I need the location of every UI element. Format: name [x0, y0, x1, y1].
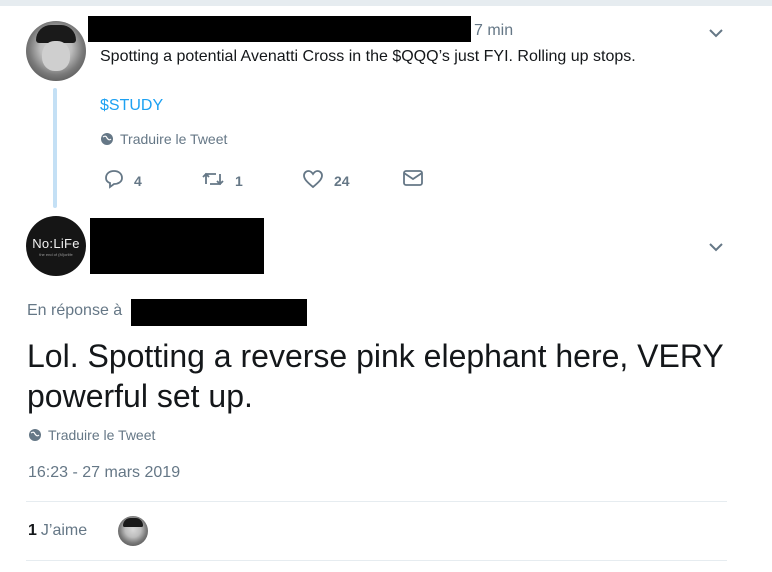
reply-to-label: En réponse à [27, 302, 123, 319]
translate-label: Traduire le Tweet [48, 427, 156, 443]
redacted-username [88, 16, 471, 42]
liker-avatar[interactable] [118, 516, 148, 546]
translate-label: Traduire le Tweet [120, 131, 228, 147]
tweet-timestamp[interactable]: 16:23 - 27 mars 2019 [28, 464, 180, 482]
reply-button[interactable]: 4 [104, 169, 142, 192]
face-shape [42, 41, 70, 71]
translate-link[interactable]: Traduire le Tweet [28, 427, 155, 443]
retweet-count: 1 [235, 172, 243, 189]
redacted-reply-handle[interactable] [131, 299, 307, 326]
retweet-button[interactable]: 1 [201, 169, 243, 192]
redacted-username [90, 218, 264, 274]
cap-shape [123, 518, 143, 527]
globe-icon [28, 428, 42, 442]
divider [26, 560, 727, 561]
reply-count: 4 [134, 172, 142, 189]
divider [26, 501, 727, 502]
top-border [0, 0, 772, 6]
chevron-down-icon[interactable] [708, 26, 724, 44]
avatar[interactable]: No:LiFe the end of (M)orlife [26, 216, 86, 276]
tweet-text: Spotting a potential Avenatti Cross in t… [100, 48, 636, 65]
cashtag-link[interactable]: $STUDY [100, 97, 163, 115]
heart-icon [302, 169, 334, 192]
retweet-icon [201, 169, 235, 192]
avatar-logo: No:LiFe [32, 235, 80, 251]
avatar-subtext: the end of (M)orlife [39, 251, 73, 257]
like-count: 24 [334, 172, 350, 189]
likes-stat-count: 1 [28, 522, 37, 539]
translate-link[interactable]: Traduire le Tweet [100, 131, 227, 147]
tweet-time[interactable]: 7 min [474, 22, 513, 40]
thread-line [53, 88, 57, 208]
chevron-down-icon[interactable] [708, 240, 724, 258]
reply-icon [104, 169, 134, 192]
globe-icon [100, 132, 114, 146]
focused-tweet-text: Lol. Spotting a reverse pink elephant he… [27, 338, 724, 414]
message-button[interactable] [402, 169, 434, 190]
like-button[interactable]: 24 [302, 169, 350, 192]
likes-stat-label: J’aime [40, 522, 88, 539]
envelope-icon [402, 169, 434, 190]
avatar[interactable] [26, 21, 86, 81]
likes-stat[interactable]: 1 J’aime [28, 522, 87, 540]
